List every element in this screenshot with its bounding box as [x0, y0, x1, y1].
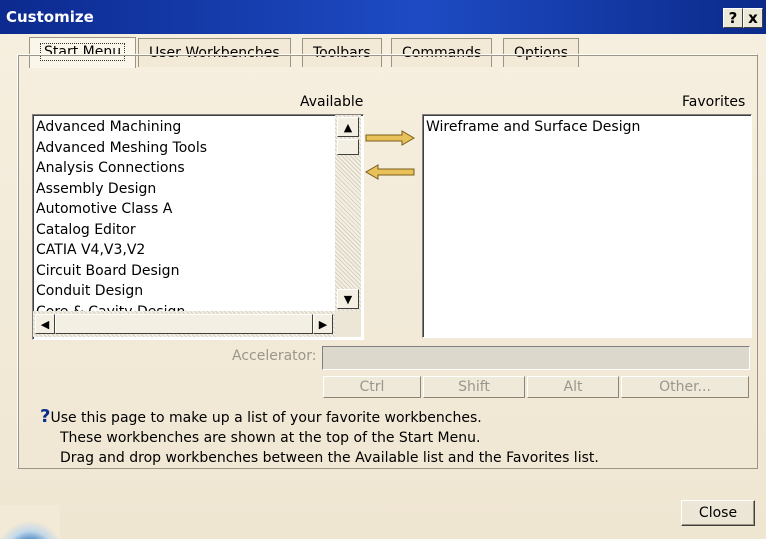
help-line-3: Drag and drop workbenches between the Av… [60, 450, 599, 466]
list-item[interactable]: Catalog Editor [33, 220, 333, 241]
help-line-1: Use this page to make up a list of your … [50, 410, 482, 426]
list-item[interactable]: Wireframe and Surface Design [423, 117, 640, 138]
accelerator-field[interactable] [322, 346, 750, 370]
help-title-button[interactable]: ? [723, 8, 743, 28]
shift-button[interactable]: Shift [423, 376, 525, 398]
favorites-label: Favorites [682, 94, 746, 110]
list-item[interactable]: CATIA V4,V3,V2 [33, 240, 333, 261]
other-button[interactable]: Other... [621, 376, 749, 398]
list-item[interactable]: Analysis Connections [33, 158, 333, 179]
ctrl-button[interactable]: Ctrl [323, 376, 421, 398]
close-title-button[interactable]: x [743, 8, 763, 28]
title-bar: Customize ? x [0, 0, 766, 34]
list-item[interactable]: Circuit Board Design [33, 261, 333, 282]
window-title: Customize [6, 8, 94, 26]
scroll-down-button[interactable]: ▼ [337, 289, 359, 309]
alt-button[interactable]: Alt [527, 376, 619, 398]
horizontal-scroll-thumb[interactable] [55, 314, 313, 334]
available-list[interactable]: Advanced Machining Advanced Meshing Tool… [32, 114, 364, 340]
scroll-corner [335, 311, 361, 337]
vertical-scroll-thumb[interactable] [337, 139, 359, 155]
close-button[interactable]: Close [681, 500, 755, 526]
scroll-left-button[interactable]: ◀ [35, 314, 55, 334]
list-item[interactable]: Automotive Class A [33, 199, 333, 220]
scroll-right-button[interactable]: ▶ [313, 314, 333, 334]
help-question-icon: ? [40, 406, 51, 427]
accelerator-label: Accelerator: [232, 348, 317, 364]
list-item[interactable]: Assembly Design [33, 179, 333, 200]
favorites-list[interactable]: Wireframe and Surface Design [422, 114, 752, 338]
globe-logo-icon [0, 505, 60, 539]
scroll-up-button[interactable]: ▲ [337, 117, 359, 137]
available-label: Available [300, 94, 364, 110]
add-to-favorites-arrow-icon[interactable] [364, 128, 416, 148]
help-line-2: These workbenches are shown at the top o… [60, 430, 481, 446]
help-text: ?Use this page to make up a list of your… [40, 407, 599, 468]
list-item[interactable]: Conduit Design [33, 281, 333, 302]
list-item[interactable]: Advanced Meshing Tools [33, 138, 333, 159]
list-item[interactable]: Advanced Machining [33, 117, 333, 138]
remove-from-favorites-arrow-icon[interactable] [364, 162, 416, 182]
